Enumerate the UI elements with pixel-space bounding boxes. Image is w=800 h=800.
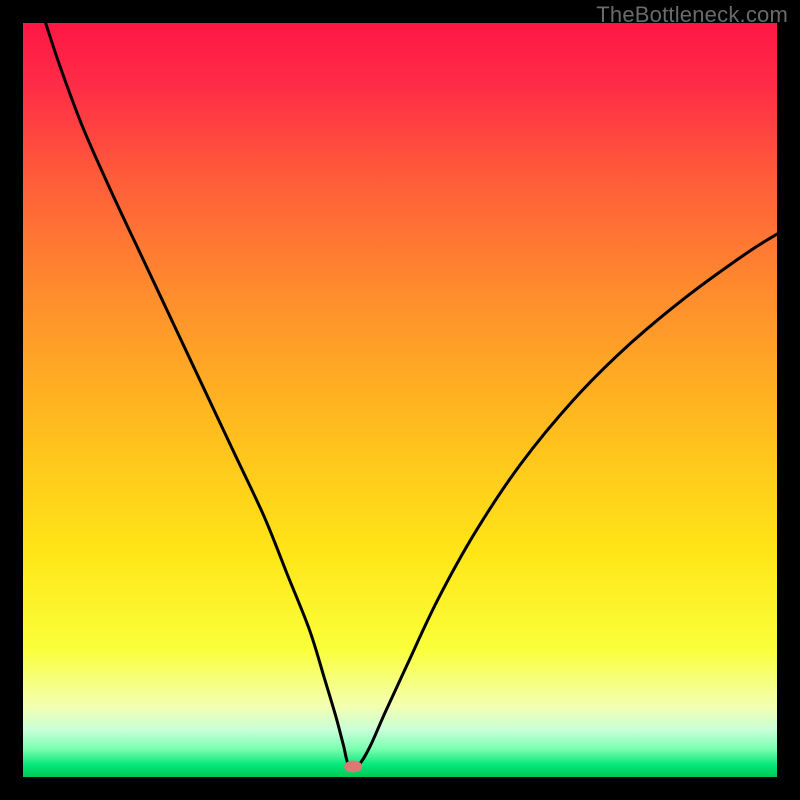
chart-svg	[23, 23, 777, 777]
plot-area	[23, 23, 777, 777]
gradient-background	[23, 23, 777, 777]
optimum-marker	[344, 760, 362, 772]
chart-frame: TheBottleneck.com	[0, 0, 800, 800]
